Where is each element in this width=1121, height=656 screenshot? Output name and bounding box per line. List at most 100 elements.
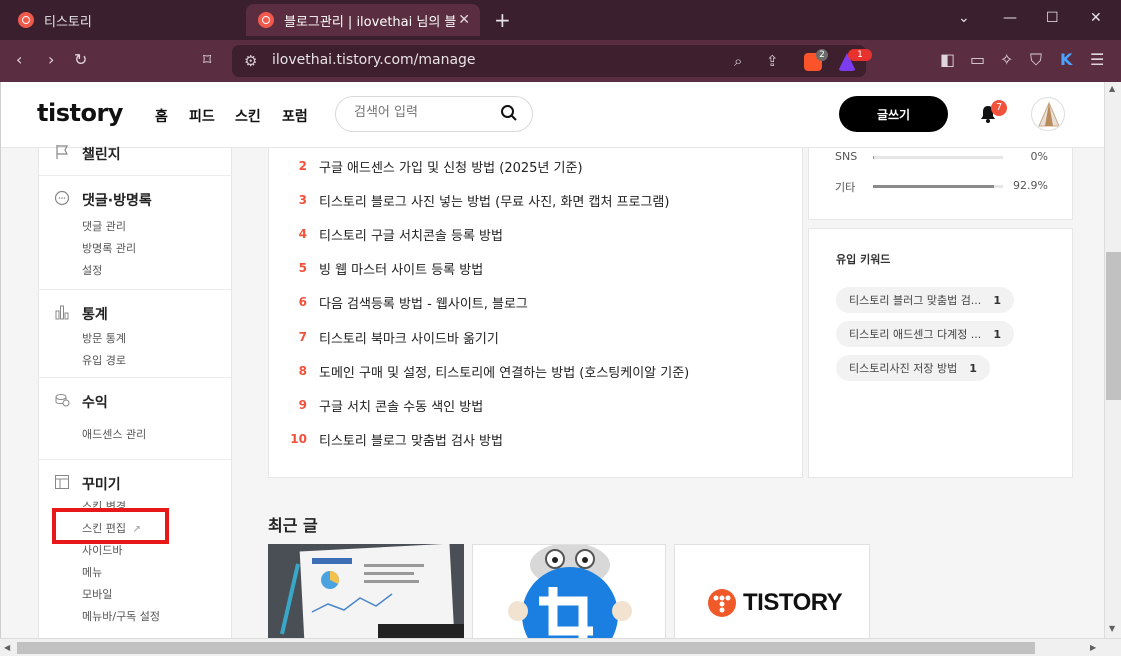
search-box[interactable] bbox=[335, 96, 533, 132]
close-tab-icon[interactable]: ✕ bbox=[458, 12, 470, 28]
recent-post-thumbnail[interactable] bbox=[472, 544, 666, 638]
scroll-down-icon[interactable]: ▼ bbox=[1109, 624, 1115, 633]
sidebar-title[interactable]: 댓글·방명록 bbox=[82, 190, 152, 210]
minimize-icon[interactable]: — bbox=[1003, 10, 1017, 26]
tab-tistory[interactable]: 티스토리 bbox=[8, 0, 238, 40]
post-title[interactable]: 티스토리 블로그 맞춤법 검사 방법 bbox=[319, 430, 503, 449]
avatar[interactable] bbox=[1031, 97, 1065, 131]
sidebar-link-menu[interactable]: 메뉴 bbox=[82, 564, 102, 580]
scroll-left-icon[interactable]: ◀ bbox=[4, 643, 10, 652]
list-item[interactable]: 8 도메인 구매 및 설정, 티스토리에 연결하는 방법 (호스팅케이알 기준) bbox=[269, 361, 690, 381]
page-viewport: tistory 홈 피드 스킨 포럼 글쓰기 7 bbox=[0, 82, 1104, 638]
stat-value: 92.9% bbox=[1013, 179, 1048, 192]
scroll-right-icon[interactable]: ▶ bbox=[1090, 643, 1096, 652]
nav-skin[interactable]: 스킨 bbox=[235, 106, 261, 126]
recent-post-thumbnail[interactable]: TISTORY bbox=[674, 544, 870, 638]
coin-icon bbox=[55, 394, 70, 407]
post-title[interactable]: 도메인 구매 및 설정, 티스토리에 연결하는 방법 (호스팅케이알 기준) bbox=[319, 362, 689, 381]
keyword-count: 1 bbox=[993, 293, 1001, 307]
scroll-up-icon[interactable]: ▲ bbox=[1109, 84, 1115, 93]
vpn-icon[interactable]: ⛉ bbox=[1030, 50, 1042, 70]
popular-posts-panel: 2 구글 애드센스 가입 및 신청 방법 (2025년 기준) 3 티스토리 블로그… bbox=[268, 148, 803, 478]
vertical-scroll-thumb[interactable] bbox=[1106, 252, 1121, 400]
sidebar-link-mobile[interactable]: 모바일 bbox=[82, 586, 112, 602]
site-header: tistory 홈 피드 스킨 포럼 글쓰기 7 bbox=[1, 82, 1104, 148]
horizontal-scroll-thumb[interactable] bbox=[17, 642, 1035, 654]
post-title[interactable]: 다음 검색등록 방법 - 웹사이트, 블로그 bbox=[319, 293, 528, 312]
sidebar-title[interactable]: 통계 bbox=[82, 304, 108, 324]
sidebar-toggle-icon[interactable]: ◧ bbox=[940, 50, 955, 69]
brave-shields-icon[interactable]: 2 bbox=[804, 49, 828, 71]
tistory-logo[interactable]: tistory bbox=[37, 99, 123, 127]
url-text[interactable]: ilovethai.tistory.com/manage bbox=[272, 52, 476, 68]
keyword-chip[interactable]: 티스토리 애드센그 다계정 ... 1 bbox=[836, 321, 1014, 347]
new-tab-icon[interactable]: + bbox=[494, 8, 511, 32]
sidebar-link-guestbook-manage[interactable]: 방명록 관리 bbox=[82, 240, 136, 256]
leo-ai-icon[interactable]: ✧ bbox=[1000, 50, 1013, 69]
shields-count: 2 bbox=[816, 49, 828, 61]
list-item[interactable]: 4 티스토리 구글 서치콘솔 등록 방법 bbox=[269, 224, 503, 244]
sidebar-title[interactable]: 수익 bbox=[82, 392, 108, 412]
keyword-chip[interactable]: 티스토리 블러그 맞춤법 검... 1 bbox=[836, 287, 1014, 313]
sidebar-link-referrer[interactable]: 유입 경로 bbox=[82, 352, 126, 368]
keyword-chip[interactable]: 티스토리사진 저장 방법 1 bbox=[836, 355, 990, 381]
extension-icon[interactable]: K bbox=[1060, 50, 1072, 69]
sidebar-link-comment-manage[interactable]: 댓글 관리 bbox=[82, 218, 126, 234]
keyword-text: 티스토리사진 저장 방법 bbox=[849, 362, 958, 375]
address-bar[interactable]: ⚙ ilovethai.tistory.com/manage ⌕ ⇪ 2 1 bbox=[232, 45, 872, 77]
post-title[interactable]: 티스토리 구글 서치콘솔 등록 방법 bbox=[319, 225, 503, 244]
wallet-icon[interactable]: ▭ bbox=[970, 50, 985, 69]
browser-tab-bar: 티스토리 블로그관리 | ilovethai 님의 블 ✕ + ⌄ — ☐ ✕ bbox=[0, 0, 1121, 40]
sidebar-link-menubar[interactable]: 메뉴바/구독 설정 bbox=[82, 608, 160, 624]
stat-bar bbox=[873, 185, 1003, 188]
list-item[interactable]: 5 빙 웹 마스터 사이트 등록 방법 bbox=[269, 258, 484, 278]
post-title[interactable]: 빙 웹 마스터 사이트 등록 방법 bbox=[319, 259, 483, 278]
list-item[interactable]: 9 구글 서치 콘솔 수동 색인 방법 bbox=[269, 395, 484, 415]
post-title[interactable]: 구글 서치 콘솔 수동 색인 방법 bbox=[319, 396, 483, 415]
close-window-icon[interactable]: ✕ bbox=[1090, 10, 1102, 26]
list-item[interactable]: 6 다음 검색등록 방법 - 웹사이트, 블로그 bbox=[269, 292, 528, 312]
nav-feed[interactable]: 피드 bbox=[189, 106, 215, 126]
list-item[interactable]: 7 티스토리 북마크 사이드바 옮기기 bbox=[269, 327, 499, 347]
post-title[interactable]: 구글 애드센스 가입 및 신청 방법 (2025년 기준) bbox=[319, 157, 583, 176]
back-icon[interactable]: ‹ bbox=[16, 50, 22, 69]
list-item[interactable]: 10 티스토리 블로그 맞춤법 검사 방법 bbox=[269, 429, 503, 449]
rank-number: 4 bbox=[298, 227, 307, 241]
stat-bar-fill bbox=[873, 156, 875, 159]
sidebar-link-sidebar[interactable]: 사이드바 bbox=[82, 542, 122, 558]
maximize-icon[interactable]: ☐ bbox=[1046, 10, 1059, 26]
share-icon[interactable]: ⇪ bbox=[766, 52, 779, 70]
tab-blog-manage[interactable]: 블로그관리 | ilovethai 님의 블 ✕ bbox=[246, 4, 480, 36]
nav-home[interactable]: 홈 bbox=[155, 106, 168, 126]
horizontal-scrollbar[interactable]: ◀ ▶ bbox=[0, 638, 1121, 656]
zoom-icon[interactable]: ⌕ bbox=[734, 52, 742, 70]
sidebar-section-comments: 댓글·방명록 댓글 관리 방명록 관리 설정 bbox=[39, 176, 231, 290]
search-input[interactable] bbox=[354, 105, 494, 120]
sidebar-link-adsense[interactable]: 애드센스 관리 bbox=[82, 426, 146, 442]
rank-number: 5 bbox=[298, 261, 307, 275]
write-post-button[interactable]: 글쓰기 bbox=[839, 96, 948, 132]
list-item[interactable]: 3 티스토리 블로그 사진 넣는 방법 (무료 사진, 화면 캡처 프로그램) bbox=[269, 190, 670, 210]
stat-bar bbox=[873, 156, 1003, 159]
recent-post-thumbnail[interactable] bbox=[268, 544, 464, 638]
post-title[interactable]: 티스토리 블로그 사진 넣는 방법 (무료 사진, 화면 캡처 프로그램) bbox=[319, 191, 669, 210]
nav-forum[interactable]: 포럼 bbox=[282, 106, 308, 126]
forward-icon[interactable]: › bbox=[48, 50, 54, 69]
sidebar-title[interactable]: 꾸미기 bbox=[82, 474, 121, 494]
site-settings-icon[interactable]: ⚙ bbox=[244, 52, 257, 70]
menu-icon[interactable]: ☰ bbox=[1090, 50, 1104, 69]
post-title[interactable]: 티스토리 북마크 사이드바 옮기기 bbox=[319, 328, 499, 347]
rank-number: 10 bbox=[290, 432, 307, 446]
tab-list-chevron-icon[interactable]: ⌄ bbox=[958, 10, 970, 26]
tab-title: 티스토리 bbox=[44, 14, 92, 30]
reload-icon[interactable]: ↻ bbox=[74, 50, 87, 69]
sidebar-link-visit-stats[interactable]: 방문 통계 bbox=[82, 330, 126, 346]
search-icon[interactable] bbox=[500, 104, 518, 122]
keywords-title: 유입 키워드 bbox=[836, 253, 891, 266]
bookmark-icon[interactable]: ⌑ bbox=[203, 50, 211, 69]
sidebar-link-settings[interactable]: 설정 bbox=[82, 262, 102, 278]
rank-number: 8 bbox=[298, 364, 307, 378]
list-item[interactable]: 2 구글 애드센스 가입 및 신청 방법 (2025년 기준) bbox=[269, 156, 583, 176]
vertical-scrollbar[interactable]: ▲ ▼ bbox=[1104, 82, 1121, 638]
sidebar-title[interactable]: 챌린지 bbox=[82, 144, 121, 164]
